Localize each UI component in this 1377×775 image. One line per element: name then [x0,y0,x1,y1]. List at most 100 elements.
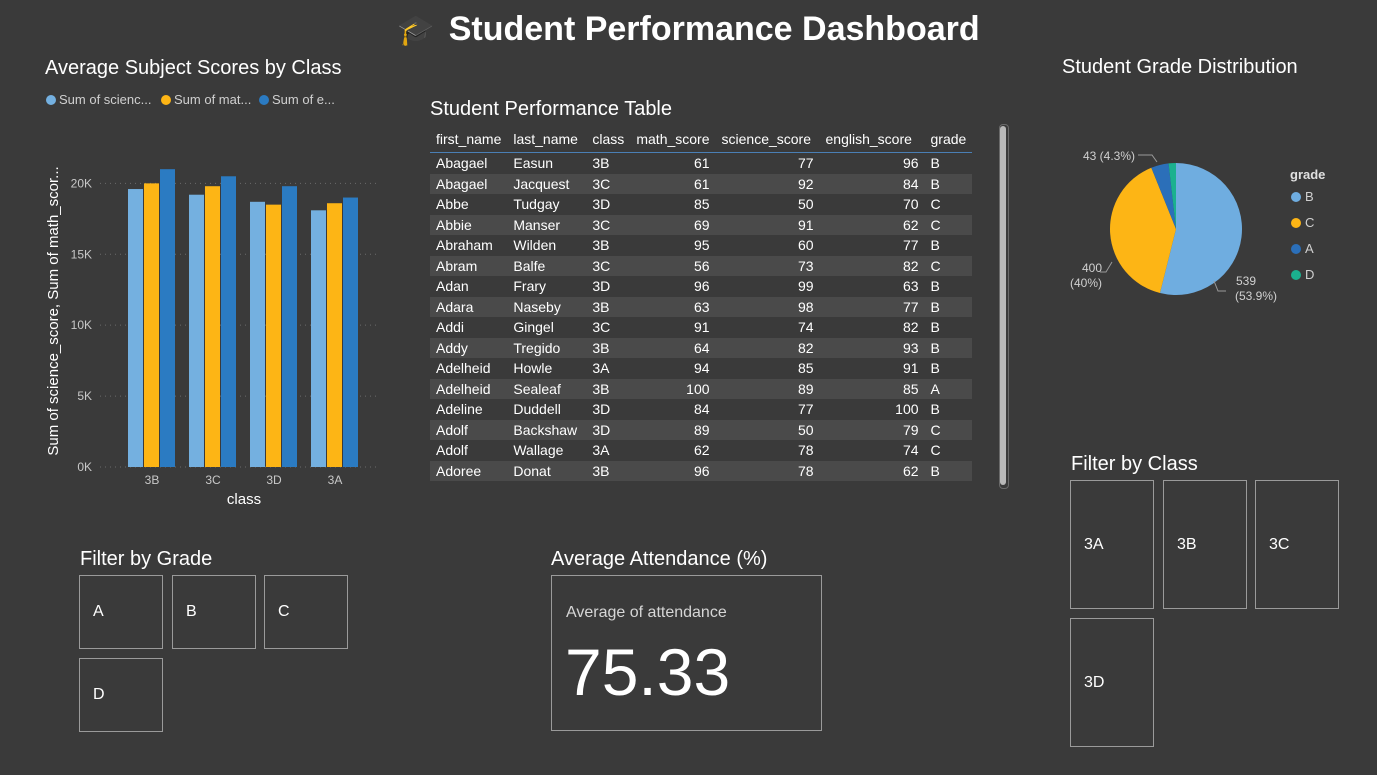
table-row[interactable]: Abbie Manser 3C 69 91 62 C [430,214,973,235]
table-cell-first-name: Addi [430,317,508,338]
table-row[interactable]: Adolf Wallage 3A 62 78 74 C [430,440,973,461]
table-cell-last-name: Tregido [507,337,587,358]
y-tick-label: 5K [77,389,92,403]
table-cell-english-score: 79 [819,419,925,440]
pie-legend-label[interactable]: A [1305,241,1314,256]
bar-3C-0[interactable] [189,194,204,467]
class-filter-3a[interactable]: 3A [1070,480,1154,609]
legend-label[interactable]: Sum of e... [272,92,335,107]
table-cell-english-score: 82 [819,317,925,338]
table-cell-class: 3B [586,235,631,256]
y-tick-label: 10K [71,318,92,332]
pie-legend-label[interactable]: B [1305,189,1314,204]
table-cell-math-score: 64 [630,337,716,358]
table-row[interactable]: Adeline Duddell 3D 84 77 100 B [430,399,973,420]
grade-filter-a[interactable]: A [79,575,163,649]
table-row[interactable]: Adelheid Howle 3A 94 85 91 B [430,358,973,379]
grade-filter-c[interactable]: C [264,575,348,649]
table-row[interactable]: Adelheid Sealeaf 3B 100 89 85 A [430,378,973,399]
column-header-grade[interactable]: grade [924,125,973,153]
pie-legend-label[interactable]: C [1305,215,1314,230]
table-cell-english-score: 62 [819,460,925,481]
table-scrollbar-thumb[interactable] [1000,126,1006,485]
table-cell-math-score: 69 [630,214,716,235]
bar-3C-2[interactable] [221,176,236,467]
pie-legend-label[interactable]: D [1305,267,1314,282]
table-cell-english-score: 100 [819,399,925,420]
column-header-english-score[interactable]: english_score [819,125,925,153]
legend-marker [46,95,56,105]
column-header-science-score[interactable]: science_score [715,125,820,153]
column-header-math-score[interactable]: math_score [630,125,716,153]
table-cell-science-score: 99 [715,276,820,297]
pie-legend-marker [1291,192,1301,202]
table-cell-grade: B [924,358,973,379]
graduation-cap-icon: 🎓 [397,14,435,47]
table-row[interactable]: Abraham Wilden 3B 95 60 77 B [430,235,973,256]
table-cell-science-score: 73 [715,255,820,276]
performance-table: first_name last_name class math_score scienc… [430,125,973,483]
table-cell-math-score: 56 [630,255,716,276]
bar-3C-1[interactable] [205,186,220,467]
grade-filter-title: Filter by Grade [80,548,213,570]
table-cell-last-name: Balfe [507,255,587,276]
table-row[interactable]: AdrianneZivny3A1008099B [430,481,973,483]
table-row[interactable]: Adoree Donat 3B 96 78 62 B [430,460,973,481]
table-header-row: first_name last_name class math_score scienc… [430,125,973,153]
page-title: 🎓 Student Performance Dashboard [0,10,1377,49]
table-cell-math-score: 96 [630,276,716,297]
x-tick-label: 3A [328,473,343,487]
pie-leader-line [1213,280,1226,292]
table-cell-english-score: 91 [819,358,925,379]
column-header-class[interactable]: class [586,125,631,153]
column-header-last-name[interactable]: last_name [507,125,587,153]
class-filter-3c[interactable]: 3C [1255,480,1339,609]
table-cell-last-name: Duddell [507,399,587,420]
column-header-first-name[interactable]: first_name [430,125,508,153]
bar-3B-2[interactable] [160,169,175,467]
pie-legend-marker [1291,218,1301,228]
table-cell-english-score: 85 [819,378,925,399]
bar-3A-0[interactable] [311,210,326,467]
bar-3B-0[interactable] [128,189,143,467]
table-cell-grade: B [924,276,973,297]
table-cell-first-name: Addy [430,337,508,358]
table-row[interactable]: Adara Naseby 3B 63 98 77 B [430,296,973,317]
table-cell-class: 3A [586,358,631,379]
bar-3A-2[interactable] [343,197,358,467]
bar-3D-0[interactable] [250,201,265,468]
bar-3B-1[interactable] [144,183,159,467]
table-row[interactable]: Addi Gingel 3C 91 74 82 B [430,317,973,338]
pie-legend-title: grade [1290,167,1325,182]
table-cell-last-name: Tudgay [507,194,587,215]
table-cell-grade: B [924,152,973,174]
table-cell-english-score: 77 [819,296,925,317]
table-cell-last-name: Sealeaf [507,378,587,399]
class-filter-3b[interactable]: 3B [1163,480,1247,609]
legend-label[interactable]: Sum of mat... [174,92,251,107]
table-row[interactable]: Abbe Tudgay 3D 85 50 70 C [430,194,973,215]
legend-marker [161,95,171,105]
class-filter-3d[interactable]: 3D [1070,618,1154,747]
grade-filter-b[interactable]: B [172,575,256,649]
bar-3D-2[interactable] [282,186,297,467]
table-row[interactable]: Adan Frary 3D 96 99 63 B [430,276,973,297]
table-cell-grade: B [924,399,973,420]
bar-3A-1[interactable] [327,203,342,467]
table-cell-math-score: 61 [630,173,716,194]
table-title: Student Performance Table [430,98,673,120]
table-row[interactable]: Abagael Jacquest 3C 61 92 84 B [430,173,973,194]
table-row[interactable]: Addy Tregido 3B 64 82 93 B [430,337,973,358]
table-cell-first-name: Adolf [430,419,508,440]
table-cell-science-score: 60 [715,235,820,256]
table-row[interactable]: Abram Balfe 3C 56 73 82 C [430,255,973,276]
grade-filter-d[interactable]: D [79,658,163,732]
table-cell-math-score: 89 [630,419,716,440]
pie-label-a: 43 (4.3%) [1083,149,1135,163]
bar-3D-1[interactable] [266,204,281,467]
table-cell-class: 3B [586,378,631,399]
legend-label[interactable]: Sum of scienc... [59,92,151,107]
table-cell-last-name: Zivny [507,481,587,483]
table-row[interactable]: Abagael Easun 3B 61 77 96 B [430,152,973,174]
table-row[interactable]: Adolf Backshaw 3D 89 50 79 C [430,419,973,440]
